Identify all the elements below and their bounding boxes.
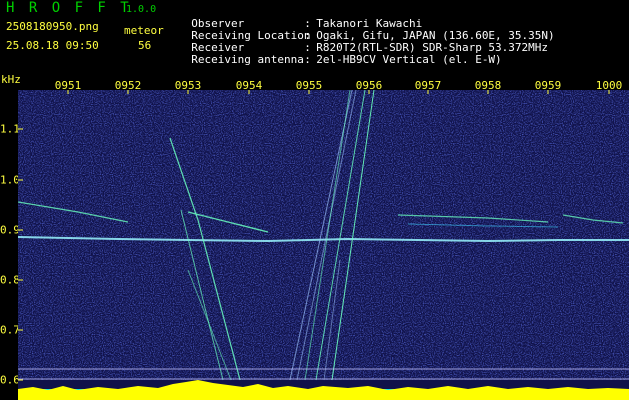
datetime: 25.08.18 09:50 bbox=[6, 39, 99, 52]
frequency-label: 1.1 bbox=[0, 122, 20, 136]
frequency-label: 0.8 bbox=[0, 273, 20, 287]
filename: 2508180950.png bbox=[6, 20, 99, 33]
frequency-label: 0.6 bbox=[0, 373, 20, 387]
spectrogram bbox=[18, 90, 629, 400]
frequency-label: 0.9 bbox=[0, 223, 20, 237]
frequency-label: 1.0 bbox=[0, 173, 20, 187]
app-version: 1.0.0 bbox=[126, 4, 157, 15]
app-title: H R O F F T bbox=[6, 0, 132, 16]
meteor-count: 56 bbox=[138, 39, 152, 52]
frequency-unit-label: kHz bbox=[1, 73, 21, 86]
info-antenna: Receiving antenna: 2el-HB9CV Vertical (el… bbox=[191, 53, 502, 66]
frequency-label: 0.7 bbox=[0, 323, 20, 337]
meteor-label: meteor bbox=[124, 24, 164, 37]
